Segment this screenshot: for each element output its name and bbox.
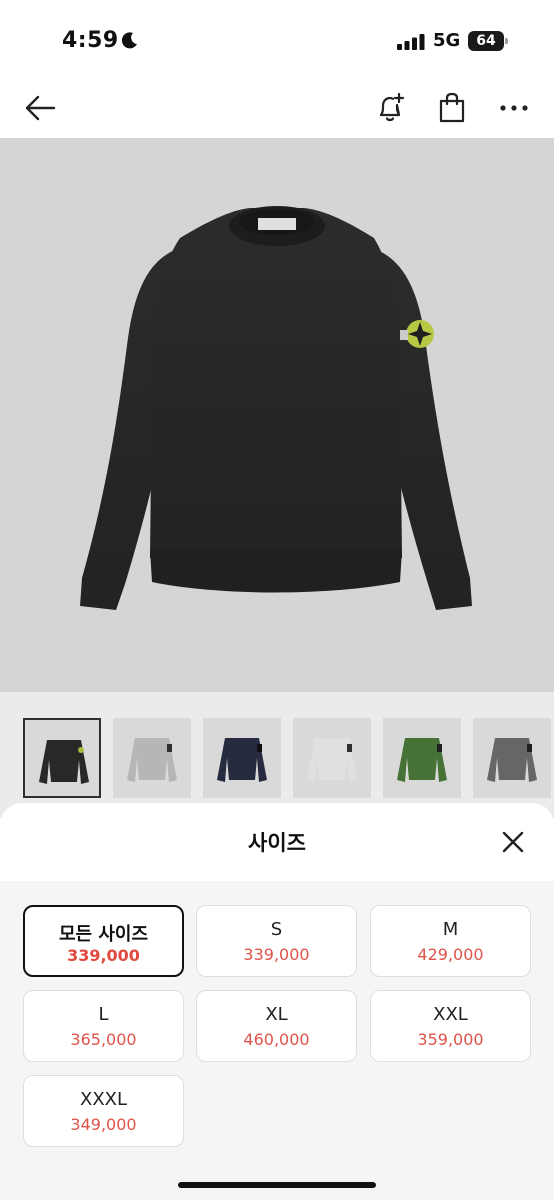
bell-plus-icon[interactable] <box>370 88 410 128</box>
color-thumbnail[interactable] <box>23 718 101 798</box>
size-label: S <box>270 919 283 940</box>
size-price: 349,000 <box>70 1115 137 1134</box>
color-thumbnail-strip <box>23 718 554 800</box>
size-price: 339,000 <box>67 946 140 965</box>
status-time: 4:59 <box>62 28 119 53</box>
size-price: 359,000 <box>417 1030 484 1049</box>
size-price: 460,000 <box>243 1030 310 1049</box>
color-thumbnail[interactable] <box>113 718 191 798</box>
size-price: 365,000 <box>70 1030 137 1049</box>
sheet-title: 사이즈 <box>248 831 306 855</box>
size-label: XXXL <box>79 1089 128 1110</box>
color-thumbnail[interactable] <box>383 718 461 798</box>
size-label: XXL <box>433 1004 468 1025</box>
home-indicator <box>178 1182 376 1188</box>
status-bar: 4:59 5G 64 <box>0 0 554 80</box>
size-option-xl[interactable]: XL 460,000 <box>196 990 357 1062</box>
battery-level: 64 <box>476 33 496 49</box>
size-label: L <box>98 1004 109 1025</box>
size-price: 339,000 <box>243 945 310 964</box>
size-option-xxl[interactable]: XXL 359,000 <box>370 990 531 1062</box>
color-thumbnail[interactable] <box>293 718 371 798</box>
shopping-bag-icon[interactable] <box>432 88 472 128</box>
size-option-s[interactable]: S 339,000 <box>196 905 357 977</box>
network-type: 5G <box>433 30 461 51</box>
color-thumbnail[interactable] <box>473 718 551 798</box>
size-option-m[interactable]: M 429,000 <box>370 905 531 977</box>
size-label: 모든 사이즈 <box>58 924 149 945</box>
size-option-xxxl[interactable]: XXXL 349,000 <box>23 1075 184 1147</box>
color-thumbnail[interactable] <box>203 718 281 798</box>
battery-icon: 64 <box>468 31 508 51</box>
top-nav <box>0 80 554 136</box>
size-label: XL <box>265 1004 288 1025</box>
arrow-left-icon[interactable] <box>20 88 60 128</box>
size-option-l[interactable]: L 365,000 <box>23 990 184 1062</box>
sheet-header: 사이즈 <box>0 803 554 881</box>
signal-icon <box>397 34 427 50</box>
size-option-all[interactable]: 모든 사이즈 339,000 <box>23 905 184 977</box>
close-icon[interactable] <box>496 825 530 859</box>
size-options: 모든 사이즈 339,000 S 339,000 M 429,000 L 365… <box>0 881 554 1200</box>
product-image[interactable] <box>0 138 554 692</box>
size-bottom-sheet: 사이즈 모든 사이즈 339,000 S 339,000 M 429,000 L… <box>0 803 554 1200</box>
more-horizontal-icon[interactable] <box>494 88 534 128</box>
size-price: 429,000 <box>417 945 484 964</box>
moon-icon <box>121 31 139 49</box>
size-label: M <box>442 919 459 940</box>
